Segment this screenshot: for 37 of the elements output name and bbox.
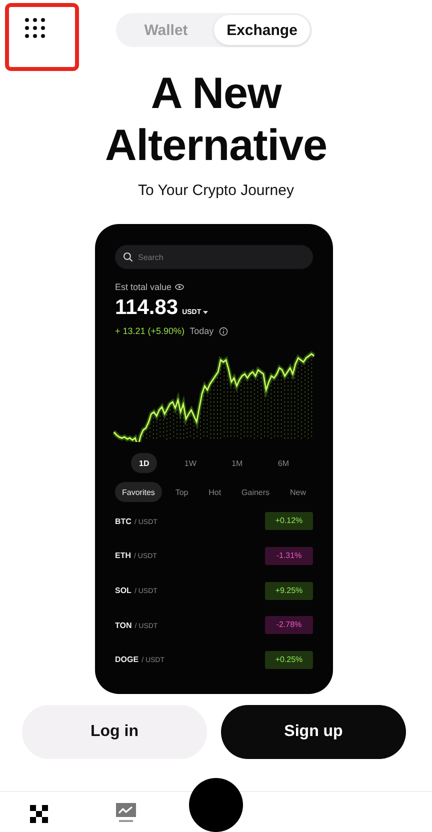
menu-icon[interactable] [24,17,46,39]
coin-symbol: TON [115,620,132,630]
tagline: To Your Crypto Journey [138,182,294,199]
signup-button[interactable]: Sign up [221,705,406,760]
headline: A New Alternative [104,68,328,172]
chart-icon[interactable] [116,803,136,824]
timeframe-tab[interactable]: 6M [270,453,297,474]
balance-change: + 13.21 (+5.90%) [115,326,185,336]
search-icon [123,252,133,262]
trade-button[interactable] [189,778,243,832]
price-change: +0.12% [265,512,313,530]
price-change: +9.25% [265,582,313,600]
checker-logo-icon[interactable] [30,805,48,824]
market-tab[interactable]: New [282,482,313,502]
price-change: -2.78% [265,616,313,634]
balance-amount: 114.83 [115,296,178,320]
coin-symbol: ETH [115,551,131,560]
switch-tab[interactable]: Exchange [214,15,310,45]
timeframe-tab[interactable]: 1W [176,453,204,474]
coin-symbol: SOL [115,586,132,596]
market-tab[interactable]: Gainers [234,482,277,502]
search-field[interactable]: Search [115,245,313,270]
timeframe-tab[interactable]: 1M [224,453,251,474]
timeframe-tab[interactable]: 1D [131,453,158,474]
market-tab[interactable]: Top [168,482,196,502]
eye-icon[interactable] [174,284,184,290]
caret-icon [203,311,208,314]
info-icon[interactable] [218,326,228,336]
price-change: -1.31% [265,546,313,565]
balance-label: Est total value [115,282,172,292]
login-button[interactable]: Log in [22,705,207,760]
coin-symbol: DOGE [115,655,139,664]
period-label: Today [190,326,214,336]
market-tab[interactable]: Hot [202,482,228,502]
market-tab[interactable]: Favorites [115,482,162,502]
coin-symbol: BTC [115,516,132,526]
price-change: +0.25% [265,650,313,669]
